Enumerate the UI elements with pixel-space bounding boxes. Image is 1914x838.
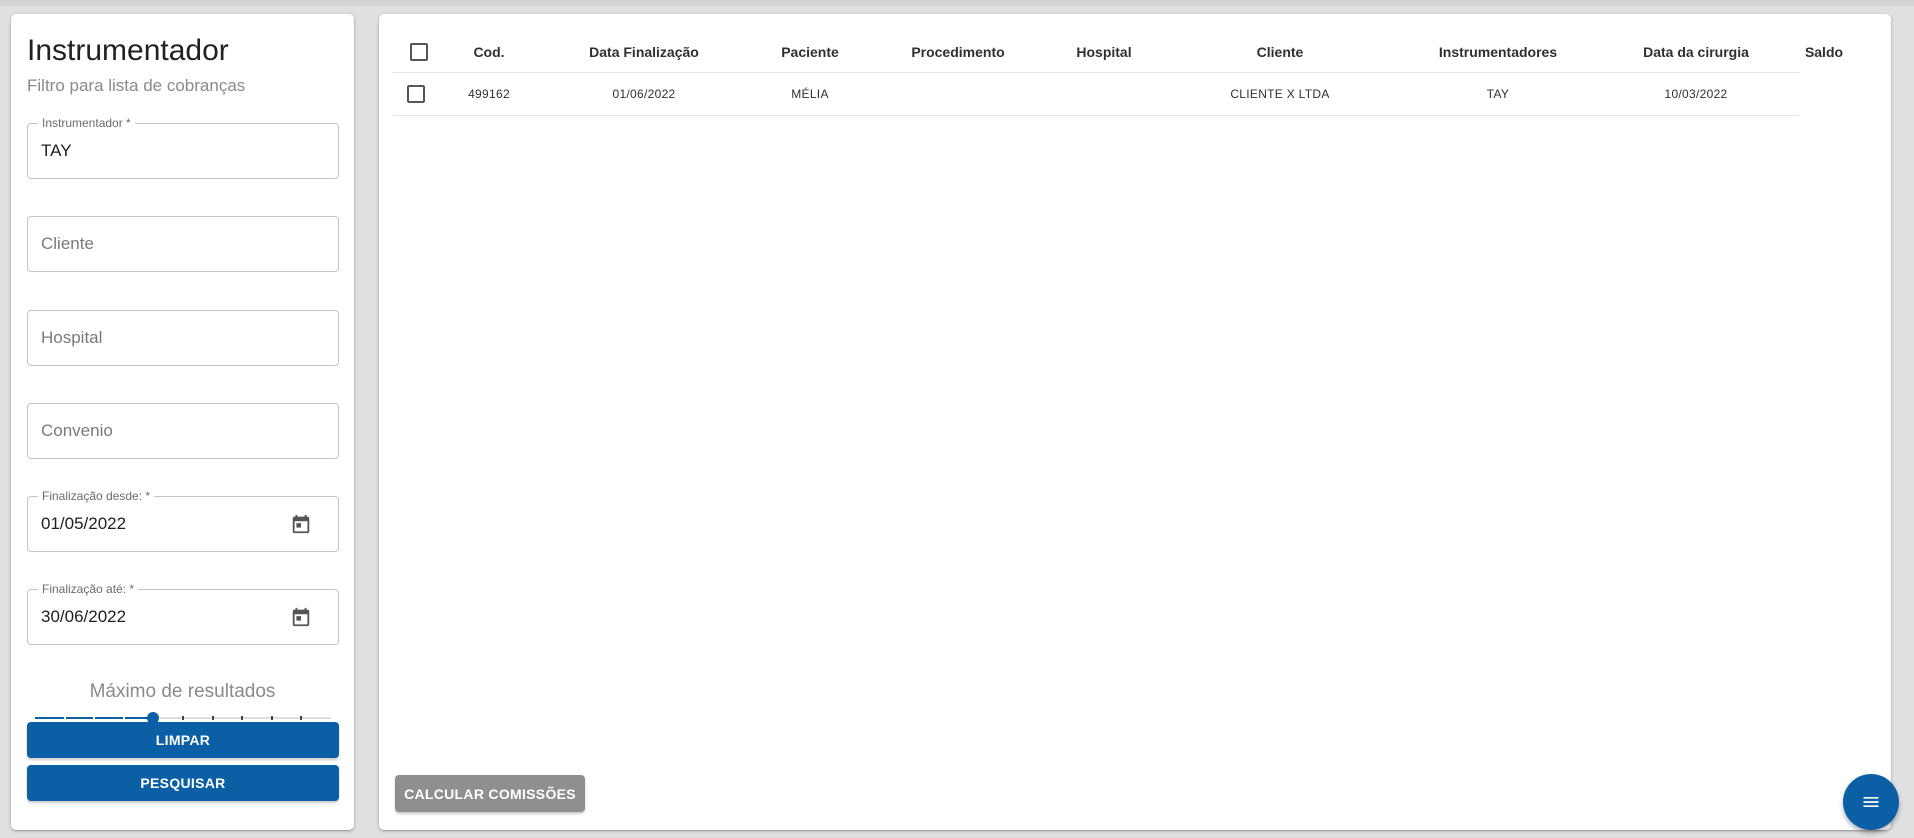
column-header-cod[interactable]: Cod. [445, 32, 533, 73]
cell-cliente: CLIENTE X LTDA [1157, 72, 1403, 116]
slider-tick [93, 716, 96, 720]
menu-icon [1863, 797, 1879, 807]
results-panel: Cod. Data Finalização Paciente Procedime… [379, 14, 1891, 830]
column-header-cliente[interactable]: Cliente [1157, 32, 1403, 73]
cell-data-finalizacao: 01/06/2022 [533, 72, 755, 116]
calendar-icon[interactable] [290, 606, 312, 628]
instrumentador-input[interactable] [41, 124, 281, 178]
column-header-hospital[interactable]: Hospital [1051, 32, 1157, 73]
finalizacao-desde-input[interactable] [41, 497, 281, 551]
search-button[interactable]: PESQUISAR [27, 765, 339, 801]
column-header-paciente[interactable]: Paciente [755, 32, 865, 73]
slider-tick [182, 716, 184, 720]
calendar-icon[interactable] [290, 513, 312, 535]
cell-procedimento [865, 72, 1051, 116]
menu-fab-button[interactable] [1843, 774, 1899, 830]
select-all-checkbox[interactable] [410, 43, 428, 62]
finalizacao-ate-field: Finalização até: * [27, 582, 339, 645]
cell-saldo [1799, 73, 1849, 116]
cell-data-cirurgia: 10/03/2022 [1593, 72, 1799, 116]
panel-title: Instrumentador [27, 34, 229, 67]
panel-subtitle: Filtro para lista de cobranças [27, 76, 246, 95]
column-header-data-cirurgia[interactable]: Data da cirurgia [1593, 32, 1799, 73]
instrumentador-field: Instrumentador * [27, 116, 339, 179]
cliente-input[interactable] [41, 217, 281, 271]
results-table: Cod. Data Finalização Paciente Procedime… [393, 32, 1849, 116]
hospital-field [27, 310, 339, 366]
column-header-procedimento[interactable]: Procedimento [865, 32, 1051, 73]
slider-tick [63, 716, 66, 720]
cell-cod: 499162 [445, 72, 533, 116]
finalizacao-desde-field: Finalização desde: * [27, 489, 339, 552]
slider-tick [122, 716, 125, 720]
slider-tick [300, 716, 303, 720]
calculate-commissions-button[interactable]: CALCULAR COMISSÕES [395, 775, 585, 812]
slider-tick [270, 716, 273, 720]
max-results-label: Máximo de resultados [89, 681, 276, 702]
column-header-instrumentadores[interactable]: Instrumentadores [1403, 32, 1593, 73]
select-all-cell [393, 32, 445, 73]
hospital-input[interactable] [41, 311, 281, 365]
cell-hospital [1051, 72, 1157, 116]
top-strip [0, 0, 1914, 6]
row-checkbox[interactable] [407, 85, 425, 103]
finalizacao-ate-input[interactable] [41, 590, 281, 644]
cliente-field [27, 216, 339, 272]
column-header-data-finalizacao[interactable]: Data Finalização [533, 32, 755, 73]
convenio-input[interactable] [41, 404, 281, 458]
cell-instrumentadores: TAY [1403, 72, 1593, 116]
table-row[interactable]: 499162 01/06/2022 MÉLIA CLIENTE X LTDA T… [393, 72, 1849, 116]
column-header-saldo[interactable]: Saldo [1799, 32, 1849, 73]
table-header-row: Cod. Data Finalização Paciente Procedime… [393, 32, 1849, 73]
slider-tick [211, 716, 214, 720]
cell-paciente: MÉLIA [755, 72, 865, 116]
slider-tick [241, 716, 244, 720]
convenio-field [27, 403, 339, 459]
filter-panel: Instrumentador Filtro para lista de cobr… [11, 14, 354, 830]
clear-button[interactable]: LIMPAR [27, 722, 339, 758]
row-select-cell [393, 72, 445, 116]
